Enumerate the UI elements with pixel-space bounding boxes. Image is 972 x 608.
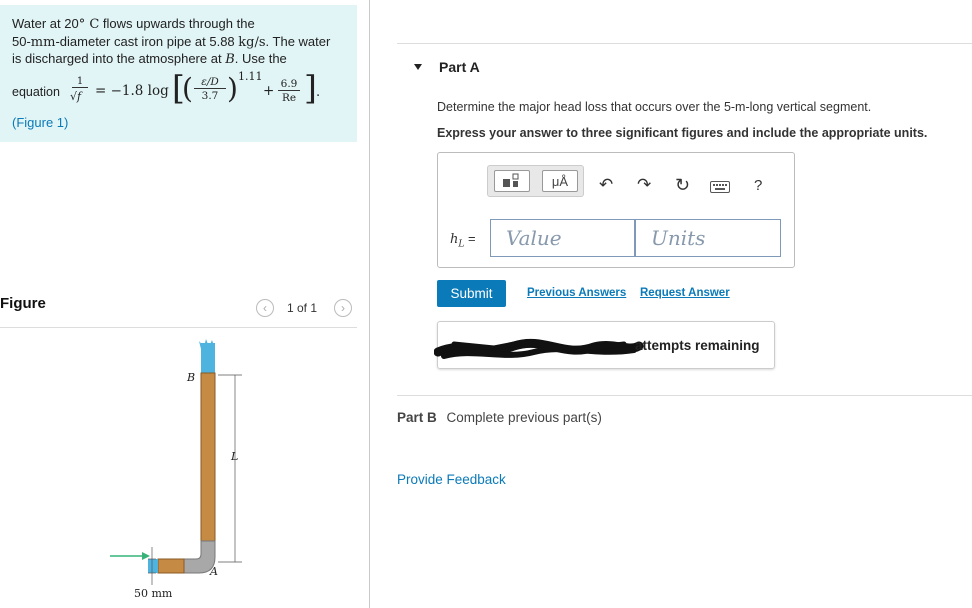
divider — [397, 43, 972, 44]
variable-label: hL = — [450, 231, 476, 250]
eq-roughness-denominator: 3.7 — [201, 90, 219, 102]
request-answer-link[interactable]: Request Answer — [640, 287, 730, 299]
help-button[interactable]: ? — [754, 177, 762, 194]
label-b: B — [186, 371, 195, 384]
horizontal-pipe — [157, 558, 185, 574]
pipe-figure: B L A 50 mm — [110, 339, 242, 600]
question-text: Determine the major head loss that occur… — [437, 100, 872, 114]
figure-header: Figure ‹ 1 of 1 › — [0, 293, 357, 328]
eq-lhs-denominator: √f — [70, 90, 82, 103]
eq-period: . — [316, 85, 321, 100]
part-a-label[interactable]: Part A — [439, 59, 480, 75]
divider — [397, 395, 972, 396]
part-b-status: Complete previous part(s) — [446, 410, 602, 425]
provide-feedback-link[interactable]: Provide Feedback — [397, 472, 506, 487]
answer-panel: Part A Determine the major head loss tha… — [397, 0, 972, 608]
eq-coefficient: = −1.8 log — [95, 83, 169, 99]
mass-flow-unit: kg/s — [238, 35, 266, 50]
label-a: A — [209, 565, 218, 578]
reset-icon[interactable]: ↻ — [675, 175, 690, 196]
eq-exponent: 1.11 — [238, 70, 263, 83]
temperature-unit: ° C — [78, 17, 100, 32]
eq-roughness-numerator: ε/D — [194, 76, 226, 89]
point-b: B — [225, 52, 235, 67]
equals-sign: = — [467, 231, 476, 246]
eq-paren-open: ( — [182, 72, 193, 105]
equation-label: equation — [12, 85, 60, 99]
part-b[interactable]: Part B Complete previous part(s) — [397, 410, 602, 425]
problem-line-2: 50-mm-diameter cast iron pipe at 5.88 kg… — [12, 34, 330, 51]
keyboard-icon[interactable] — [710, 181, 730, 193]
chevron-left-icon[interactable]: ‹ — [256, 299, 274, 317]
part-b-label: Part B — [397, 410, 437, 425]
eq-plus: + — [263, 83, 275, 99]
value-input[interactable]: Value — [490, 219, 635, 257]
attempts-box: attempts remaining — [434, 321, 775, 369]
variable-subscript: L — [458, 239, 465, 250]
caret-down-icon[interactable] — [414, 64, 422, 70]
chevron-right-icon[interactable]: › — [334, 299, 352, 317]
figure-link[interactable]: Figure 1 — [16, 115, 64, 130]
redo-icon[interactable]: ↷ — [637, 175, 651, 195]
units-input[interactable]: Units — [635, 219, 781, 257]
figure-pager: 1 of 1 — [287, 301, 318, 315]
eq-lhs-numerator: 1 — [72, 76, 88, 88]
attempts-remaining: attempts remaining — [635, 338, 760, 353]
problem-line-3: is discharged into the atmosphere at B. … — [12, 51, 287, 68]
templates-icon[interactable] — [494, 170, 530, 192]
water-splash — [199, 339, 215, 349]
redaction-scribble — [434, 338, 644, 359]
problem-text: 50- — [12, 34, 31, 49]
label-diameter: 50 mm — [134, 587, 173, 600]
problem-text: -diameter cast iron pipe at 5.88 — [55, 34, 239, 49]
problem-text: . The water — [265, 34, 331, 49]
panel-divider — [369, 0, 370, 608]
eq-re-denominator: Re — [281, 92, 297, 104]
answer-box: μÅ ↶ ↷ ↻ ? hL = Value Units — [437, 152, 795, 268]
problem-line-1: Water at 20° C flows upwards through the — [12, 16, 255, 33]
water-inlet — [148, 559, 158, 573]
figure-title: Figure — [0, 295, 46, 312]
problem-text: flows upwards through the — [99, 16, 255, 31]
previous-answers-link[interactable]: Previous Answers — [527, 287, 626, 299]
length-unit: mm — [30, 35, 56, 50]
figure-reference: (Figure 1) — [12, 115, 68, 131]
problem-text: is discharged into the atmosphere at — [12, 51, 226, 66]
problem-statement: Water at 20° C flows upwards through the… — [0, 5, 357, 142]
eq-bracket-close: ] — [304, 68, 317, 107]
submit-button[interactable]: Submit — [437, 280, 506, 307]
units-button[interactable]: μÅ — [542, 170, 578, 192]
label-l: L — [230, 450, 238, 463]
problem-text: . Use the — [234, 51, 287, 66]
eq-paren-close: ) — [227, 72, 238, 105]
vertical-pipe — [200, 372, 216, 549]
instruction-text: Express your answer to three significant… — [437, 126, 928, 140]
undo-icon[interactable]: ↶ — [599, 175, 613, 195]
figure-link-paren: ) — [64, 115, 69, 130]
math-toolbar: μÅ — [487, 165, 584, 197]
problem-text: Water at 20 — [12, 16, 79, 31]
eq-re-numerator: 6.9 — [278, 78, 300, 91]
